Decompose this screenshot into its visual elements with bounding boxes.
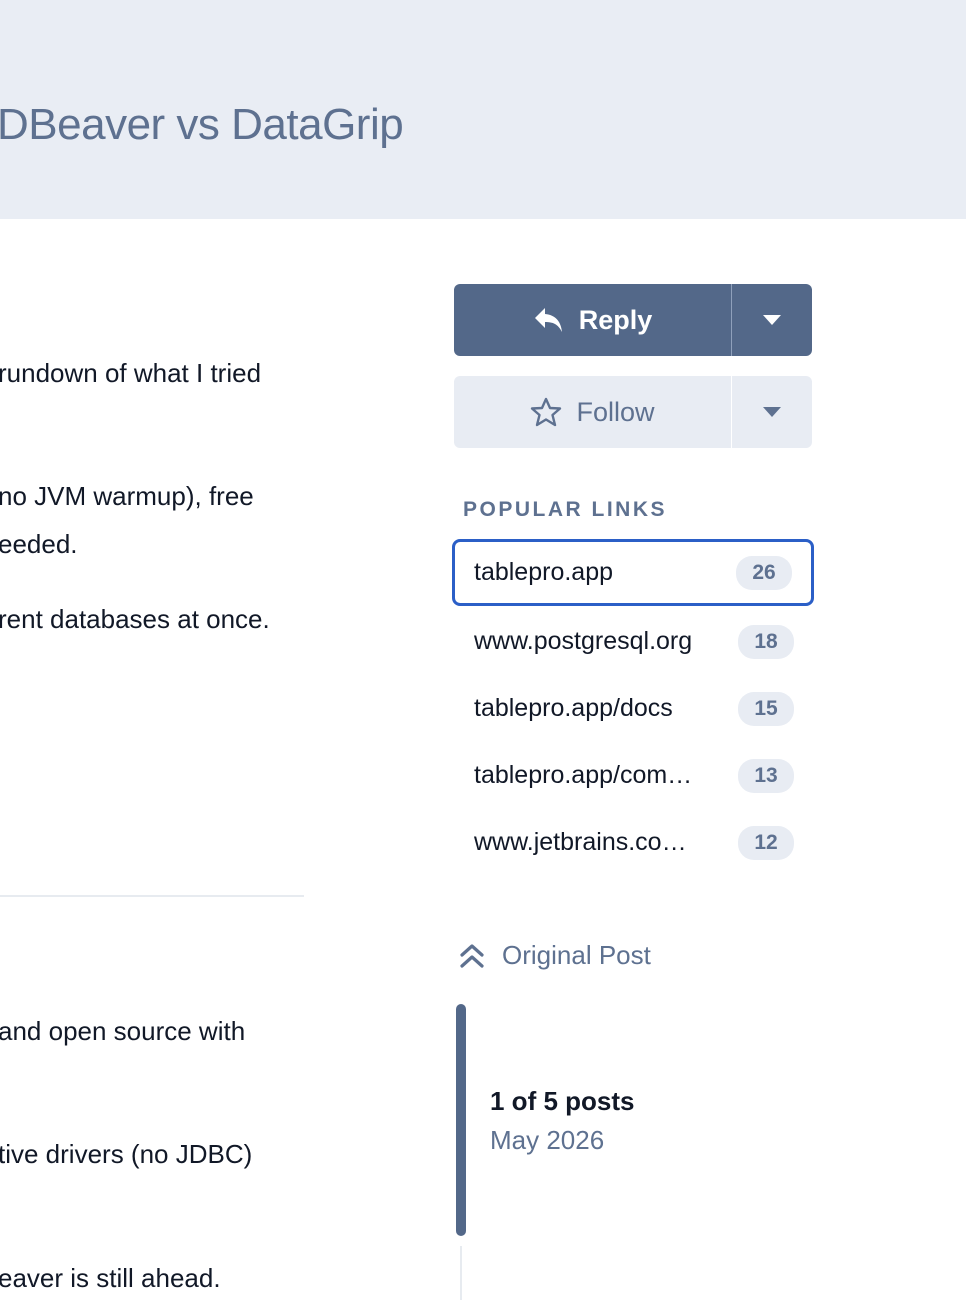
link-label: tablepro.app/docs (474, 694, 673, 722)
timeline-date: May 2026 (490, 1125, 605, 1155)
timeline-scroller-handle[interactable] (456, 1004, 466, 1236)
post-text: eaver is still ahead. (0, 1263, 221, 1293)
post-text: rent databases at once. (0, 604, 270, 634)
star-icon (531, 397, 562, 427)
popular-link[interactable]: tablepro.app/docs 15 (452, 675, 814, 742)
reply-button[interactable]: Reply (454, 284, 731, 356)
post-text: eeded. (0, 529, 78, 559)
topic-header: DBeaver vs DataGrip (0, 0, 966, 219)
follow-label: Follow (576, 396, 655, 427)
original-post-link[interactable]: Original Post (458, 940, 651, 971)
post-text: tive drivers (no JDBC) (0, 1139, 253, 1169)
caret-down-icon (763, 315, 781, 325)
click-count-badge: 26 (736, 555, 792, 590)
link-label: www.jetbrains.co… (474, 828, 687, 856)
original-post-label: Original Post (502, 940, 651, 970)
reply-button-group: Reply (454, 284, 812, 356)
click-count-badge: 13 (738, 758, 794, 793)
follow-options-button[interactable] (732, 376, 812, 448)
caret-down-icon (763, 407, 781, 417)
topic-title[interactable]: DBeaver vs DataGrip (0, 100, 404, 150)
double-chevron-up-icon (460, 943, 484, 968)
link-label: www.postgresql.org (474, 627, 693, 655)
click-count-badge: 18 (738, 624, 794, 659)
follow-button[interactable]: Follow (454, 376, 731, 448)
reply-icon (534, 308, 562, 332)
post-text: rundown of what I tried (0, 358, 262, 388)
popular-link[interactable]: tablepro.app/com… 13 (452, 742, 814, 809)
popular-link[interactable]: www.jetbrains.co… 12 (452, 809, 814, 876)
popular-link[interactable]: tablepro.app 26 (452, 539, 814, 606)
reply-options-button[interactable] (732, 284, 812, 356)
popular-link[interactable]: www.postgresql.org 18 (452, 608, 814, 675)
reply-label: Reply (578, 304, 653, 335)
popular-links-heading: POPULAR LINKS (463, 498, 668, 521)
post-text: no JVM warmup), free (0, 481, 254, 511)
timeline-position: 1 of 5 posts (490, 1086, 635, 1116)
link-label: tablepro.app/com… (474, 761, 693, 789)
post-divider (0, 895, 304, 897)
click-count-badge: 12 (738, 825, 794, 860)
post-text: and open source with (0, 1016, 246, 1046)
follow-button-group: Follow (454, 376, 812, 448)
link-label: tablepro.app (474, 558, 614, 586)
timeline-track[interactable] (460, 1246, 462, 1300)
click-count-badge: 15 (738, 691, 794, 726)
